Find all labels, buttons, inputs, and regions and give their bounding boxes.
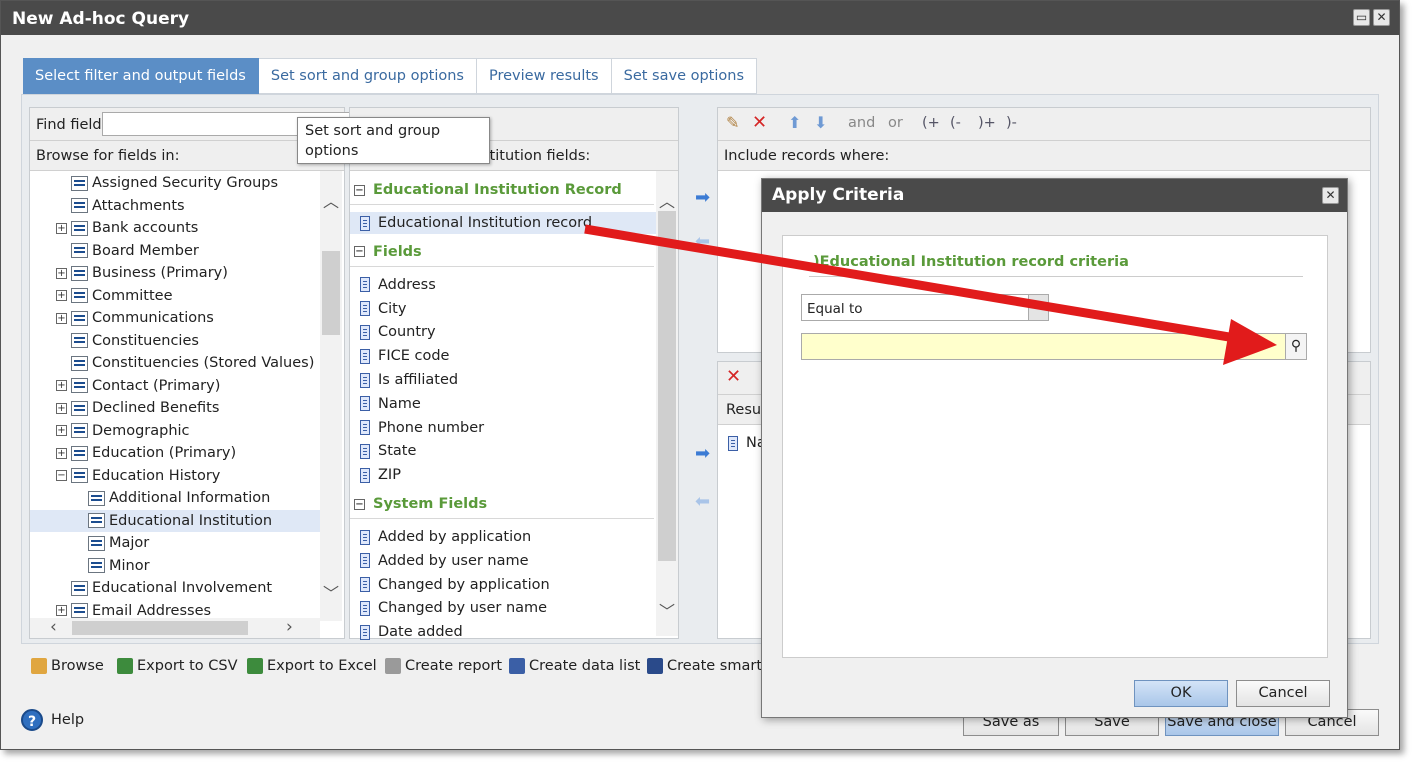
arrow-head [1223,319,1277,365]
ad-hoc-query-window: New Ad-hoc Query ▭ ✕ Select filter and o… [0,0,1400,750]
arrow-shaft [584,224,1242,344]
annotation-arrow [584,224,1277,365]
